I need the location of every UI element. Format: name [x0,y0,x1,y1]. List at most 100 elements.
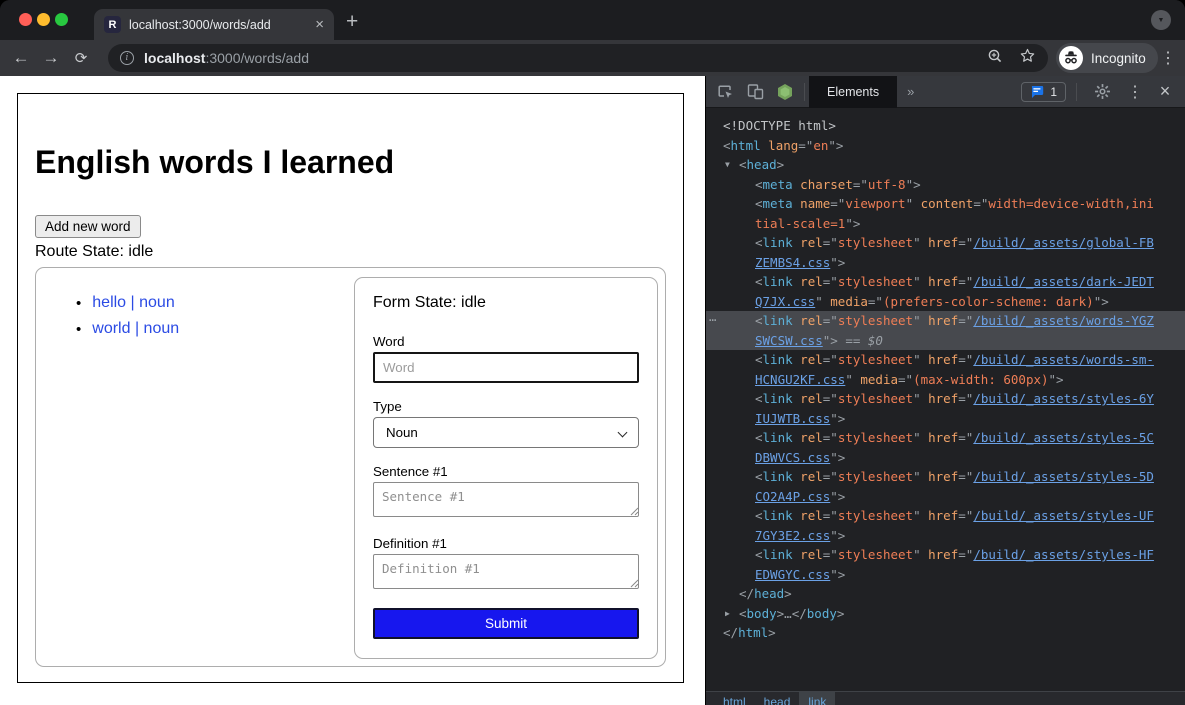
code-line[interactable]: ▶<body>…</body> [706,604,1185,624]
code-token: " [913,508,921,523]
code-line[interactable]: <link rel="stylesheet" href="/build/_ass… [706,272,1185,292]
code-token: stylesheet [838,313,913,328]
expand-arrow-icon[interactable]: ▼ [725,155,730,175]
close-tab-icon[interactable]: × [315,17,324,32]
collapse-arrow-icon[interactable]: ▶ [725,604,730,624]
device-toolbar-icon[interactable] [740,83,770,100]
code-line[interactable]: CO2A4P.css"> [706,487,1185,507]
code-line[interactable]: </head> [706,584,1185,604]
code-line[interactable]: <html lang="en"> [706,136,1185,156]
breadcrumb-item[interactable]: link [799,692,835,705]
code-line[interactable]: </html> [706,623,1185,643]
code-line[interactable]: DBWVCS.css"> [706,448,1185,468]
tab-elements[interactable]: Elements [809,76,897,108]
code-token: viewport [845,196,905,211]
code-line[interactable]: Q7JX.css" media="(prefers-color-scheme: … [706,292,1185,312]
code-line[interactable]: ▼<head> [706,155,1185,175]
code-token: stylesheet [838,430,913,445]
code-line[interactable]: <link rel="stylesheet" href="/build/_ass… [706,233,1185,253]
devtools-panel: Elements » 1 ⋮ × <!DOCTYPE html><html la… [705,76,1185,705]
forward-button[interactable]: → [36,48,66,68]
code-token: =" [958,469,973,484]
type-label: Type [373,399,402,414]
browser-window: R localhost:3000/words/add × + ▼ ← → ⟳ i… [0,0,1185,705]
code-line[interactable]: <meta name="viewport" content="width=dev… [706,194,1185,214]
code-token: =" [823,391,838,406]
code-token: media [853,372,898,387]
code-token: rel [793,274,823,289]
word-input[interactable] [373,352,639,383]
maximize-window-button[interactable] [55,13,68,26]
submit-button[interactable]: Submit [373,608,639,639]
code-token: EDWGYC.css [755,567,830,582]
reload-button[interactable]: ⟳ [66,49,96,67]
code-token: link [763,547,793,562]
code-line[interactable]: <meta charset="utf-8"> [706,175,1185,195]
minimize-window-button[interactable] [37,13,50,26]
code-line[interactable]: <link rel="stylesheet" href="/build/_ass… [706,428,1185,448]
address-toolbar: ← → ⟳ i localhost:3000/words/add Incogni… [0,40,1185,76]
code-token: /build/_assets/styles-HF [973,547,1154,562]
type-select-value: Noun [386,425,418,440]
type-select[interactable]: Noun [373,417,639,448]
url-path: :3000/words/add [205,50,309,66]
code-line[interactable]: <link rel="stylesheet" href="/build/_ass… [706,545,1185,565]
code-line[interactable]: ⋯<link rel="stylesheet" href="/build/_as… [706,311,1185,331]
tab-search-button[interactable]: ▼ [1151,10,1171,30]
issues-button[interactable]: 1 [1021,82,1066,102]
code-token: " [913,430,921,445]
code-line[interactable]: <!DOCTYPE html> [706,116,1185,136]
bookmark-star-icon[interactable] [1019,47,1036,69]
breadcrumb-item[interactable]: html [714,692,755,705]
code-line[interactable]: IUJWTB.css"> [706,409,1185,429]
code-line[interactable]: EDWGYC.css"> [706,565,1185,585]
code-line[interactable]: <link rel="stylesheet" href="/build/_ass… [706,506,1185,526]
code-token: stylesheet [838,469,913,484]
code-line[interactable]: tial-scale=1"> [706,214,1185,234]
url-text[interactable]: localhost:3000/words/add [144,50,309,66]
site-info-icon[interactable]: i [120,51,134,65]
issues-count: 1 [1050,85,1057,99]
code-line[interactable]: HCNGU2KF.css" media="(max-width: 600px)"… [706,370,1185,390]
code-token: == $0 [838,333,883,348]
zoom-icon[interactable] [987,48,1003,69]
code-line[interactable]: <link rel="stylesheet" href="/build/_ass… [706,467,1185,487]
more-panels-icon[interactable]: » [897,84,924,99]
code-token: =" [823,547,838,562]
code-token: meta [763,177,793,192]
code-line[interactable]: SWCSW.css"> == $0 [706,331,1185,351]
breadcrumb-item[interactable]: head [755,692,800,705]
close-window-button[interactable] [19,13,32,26]
resize-grip-icon[interactable] [630,579,639,588]
code-token: name [793,196,831,211]
code-token: "> [830,528,845,543]
code-token: CO2A4P.css [755,489,830,504]
code-token: =" [823,430,838,445]
code-token: < [755,274,763,289]
new-tab-button[interactable]: + [346,10,358,34]
inspect-element-icon[interactable] [710,83,740,100]
back-button[interactable]: ← [6,48,36,68]
code-line[interactable]: <link rel="stylesheet" href="/build/_ass… [706,389,1185,409]
word-link[interactable]: hello | noun [92,294,174,312]
sentence-textarea[interactable] [373,482,639,517]
line-menu-dots-icon[interactable]: ⋯ [709,311,716,331]
word-link[interactable]: world | noun [92,320,179,338]
browser-tab[interactable]: R localhost:3000/words/add × [94,9,334,40]
settings-gear-icon[interactable] [1087,83,1117,100]
code-token: =" [958,352,973,367]
code-line[interactable]: ZEMBS4.css"> [706,253,1185,273]
extension-hexagon-icon[interactable] [770,83,800,101]
code-token: /build/_assets/styles-UF [973,508,1154,523]
code-token: link [763,235,793,250]
devtools-close-icon[interactable]: × [1153,81,1177,102]
browser-menu-icon[interactable]: ⋮ [1158,48,1178,68]
code-token: stylesheet [838,274,913,289]
code-line[interactable]: <link rel="stylesheet" href="/build/_ass… [706,350,1185,370]
resize-grip-icon[interactable] [630,507,639,516]
code-line[interactable]: 7GY3E2.css"> [706,526,1185,546]
devtools-menu-icon[interactable]: ⋮ [1123,82,1147,102]
add-new-word-button[interactable]: Add new word [35,215,141,238]
address-bar[interactable]: i localhost:3000/words/add [108,44,1048,72]
definition-textarea[interactable] [373,554,639,589]
